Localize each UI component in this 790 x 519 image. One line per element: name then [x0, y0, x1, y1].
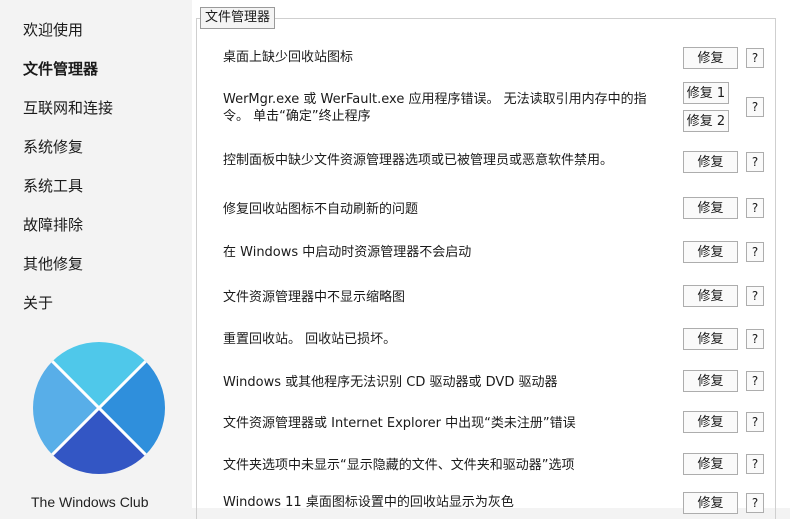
fix-row-label: Windows 11 桌面图标设置中的回收站显示为灰色 — [223, 495, 514, 510]
nav-item-about[interactable]: 关于 — [23, 293, 53, 313]
scrollbar[interactable] — [778, 0, 790, 508]
fix-row-label: WerMgr.exe 或 WerFault.exe 应用程序错误。 无法读取引用… — [223, 92, 647, 124]
fix-button[interactable]: 修复 — [683, 411, 738, 433]
nav-item-internet-connectivity[interactable]: 互联网和连接 — [23, 98, 113, 118]
help-button[interactable]: ? — [746, 454, 764, 474]
help-button[interactable]: ? — [746, 493, 764, 513]
fix-row-label: 文件资源管理器或 Internet Explorer 中出现“类未注册”错误 — [223, 416, 576, 431]
fix-1-button[interactable]: 修复 1 — [683, 82, 729, 104]
fix-button[interactable]: 修复 — [683, 197, 738, 219]
help-button[interactable]: ? — [746, 97, 764, 117]
fix-button[interactable]: 修复 — [683, 492, 738, 514]
sidebar: 欢迎使用 文件管理器 互联网和连接 系统修复 系统工具 故障排除 其他修复 关于… — [0, 0, 192, 510]
group-title: 文件管理器 — [200, 7, 276, 29]
fix-button[interactable]: 修复 — [683, 47, 738, 69]
help-button[interactable]: ? — [746, 242, 764, 262]
fix-button[interactable]: 修复 — [683, 370, 738, 392]
fix-button[interactable]: 修复 — [683, 241, 738, 263]
nav-item-system-tools[interactable]: 系统工具 — [23, 176, 83, 196]
help-button[interactable]: ? — [746, 371, 764, 391]
nav-item-welcome[interactable]: 欢迎使用 — [23, 20, 83, 40]
fix-row-label: Windows 或其他程序无法识别 CD 驱动器或 DVD 驱动器 — [223, 375, 558, 390]
nav-item-file-explorer[interactable]: 文件管理器 — [23, 59, 98, 79]
fix-row-label: 重置回收站。 回收站已损坏。 — [223, 332, 397, 347]
fix-row-label: 修复回收站图标不自动刷新的问题 — [223, 202, 419, 217]
help-button[interactable]: ? — [746, 48, 764, 68]
fix-button[interactable]: 修复 — [683, 151, 738, 173]
help-button[interactable]: ? — [746, 286, 764, 306]
help-button[interactable]: ? — [746, 412, 764, 432]
fix-row-label: 文件夹选项中未显示“显示隐藏的文件、文件夹和驱动器”选项 — [223, 458, 575, 473]
the-windows-club-logo — [33, 342, 165, 474]
fix-row-label: 文件资源管理器中不显示缩略图 — [223, 290, 406, 305]
nav-item-system-repair[interactable]: 系统修复 — [23, 137, 83, 157]
fix-button[interactable]: 修复 — [683, 453, 738, 475]
help-button[interactable]: ? — [746, 152, 764, 172]
help-button[interactable]: ? — [746, 198, 764, 218]
nav-item-troubleshooters[interactable]: 故障排除 — [23, 215, 83, 235]
fix-row-label: 桌面上缺少回收站图标 — [223, 50, 354, 65]
fix-2-button[interactable]: 修复 2 — [683, 110, 729, 132]
main-panel: 文件管理器 桌面上缺少回收站图标 修复 ? WerMgr.exe 或 WerFa… — [192, 0, 790, 519]
fix-button[interactable]: 修复 — [683, 328, 738, 350]
fix-row-label: 控制面板中缺少文件资源管理器选项或已被管理员或恶意软件禁用。 — [223, 153, 614, 168]
nav-item-additional-fixes[interactable]: 其他修复 — [23, 254, 83, 274]
fix-button[interactable]: 修复 — [683, 285, 738, 307]
help-button[interactable]: ? — [746, 329, 764, 349]
fix-row-label: 在 Windows 中启动时资源管理器不会启动 — [223, 245, 472, 260]
